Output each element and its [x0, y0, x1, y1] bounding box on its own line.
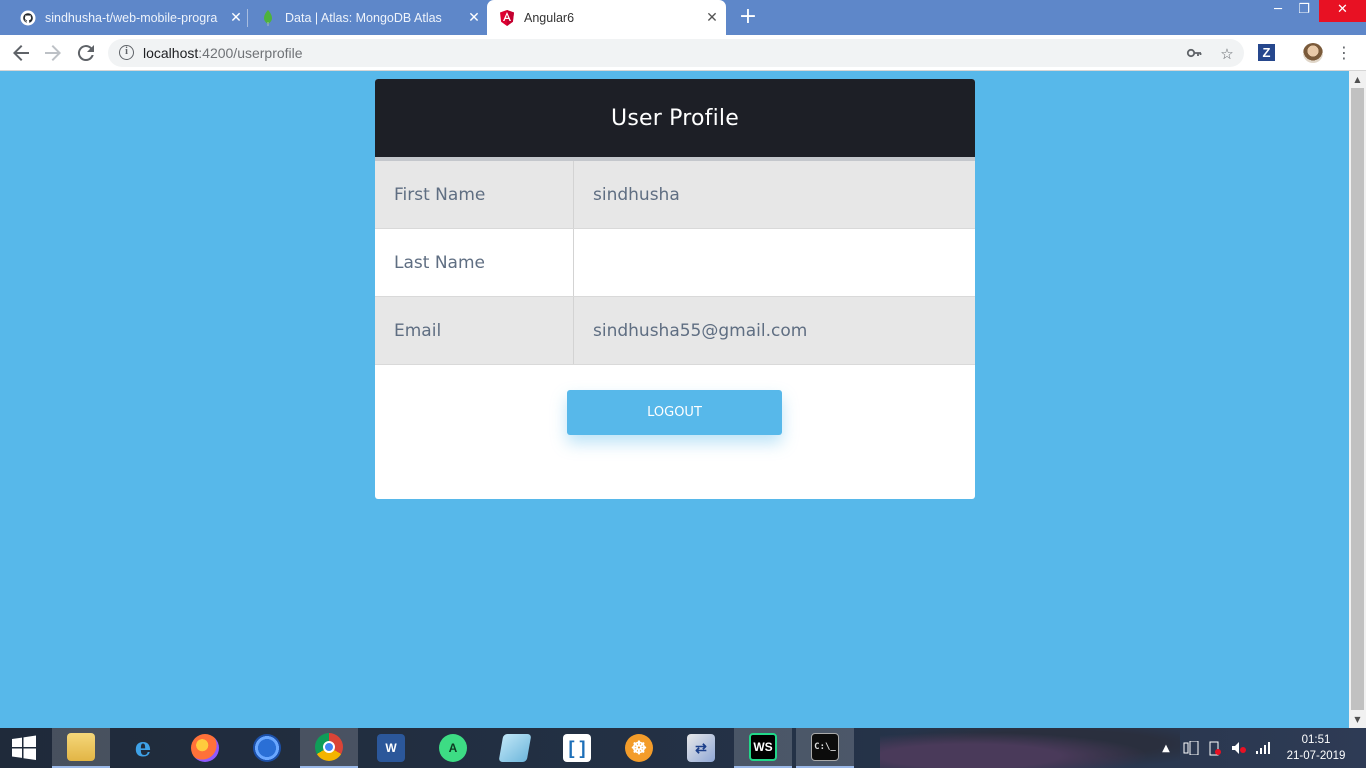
network-logo: ⇄: [687, 734, 715, 762]
taskbar-wallpaper: [880, 728, 1180, 768]
bracket-app-icon[interactable]: [ ]: [548, 728, 606, 768]
url-text: localhost:4200/userprofile: [143, 45, 303, 61]
browser-tab-angular[interactable]: Angular6 ✕: [487, 0, 726, 35]
notepad-icon[interactable]: [486, 728, 544, 768]
minimize-window-button[interactable]: ─: [1264, 0, 1292, 22]
field-value: sindhusha: [593, 184, 680, 205]
network-signal-icon[interactable]: [1254, 728, 1272, 768]
chrome-icon[interactable]: [300, 728, 358, 768]
key-icon[interactable]: [1185, 45, 1203, 63]
tab-separator: [247, 9, 248, 27]
tab-title: Angular6: [524, 10, 575, 25]
taskbar-clock[interactable]: 01:51 21-07-2019: [1280, 732, 1352, 764]
ie-e-icon: e: [134, 733, 152, 763]
tab-title: sindhusha-t/web-mobile-progra: [45, 10, 218, 25]
clock-time: 01:51: [1301, 734, 1331, 746]
scroll-up-arrow-icon[interactable]: ▲: [1349, 71, 1366, 88]
zotero-extension-icon[interactable]: Z: [1258, 44, 1275, 61]
url-host: localhost: [143, 45, 199, 61]
close-window-button[interactable]: ✕: [1319, 0, 1366, 22]
profile-row-last-name: Last Name: [375, 229, 975, 297]
field-label: First Name: [375, 161, 574, 228]
volume-muted-icon[interactable]: [1230, 728, 1248, 768]
windows-taskbar: e W A [ ] ☸ ⇄ WS C:\_ ▲ 01:51 21-07-2019: [0, 728, 1366, 768]
field-value: [574, 229, 975, 296]
browser-tab-github[interactable]: sindhusha-t/web-mobile-progra ✕: [12, 0, 244, 35]
webstorm-logo: WS: [749, 733, 777, 761]
cmd-logo: C:\_: [811, 733, 839, 761]
profile-row-first-name: First Name sindhusha: [375, 161, 975, 229]
bookmark-star-icon[interactable]: ☆: [1218, 45, 1236, 63]
reload-icon[interactable]: [74, 41, 98, 65]
address-bar[interactable]: i localhost:4200/userprofile ☆: [108, 39, 1244, 67]
user-profile-card: User Profile First Name sindhusha Last N…: [375, 79, 975, 499]
back-arrow-icon[interactable]: [9, 41, 33, 65]
command-prompt-icon[interactable]: C:\_: [796, 728, 854, 768]
internet-explorer-icon[interactable]: e: [114, 728, 172, 768]
chrome-logo: [315, 733, 343, 761]
browser-tab-strip: sindhusha-t/web-mobile-progra ✕ Data | A…: [0, 0, 1366, 35]
android-studio-icon[interactable]: A: [424, 728, 482, 768]
field-value: sindhusha55@gmail.com: [593, 320, 808, 341]
word-icon[interactable]: W: [362, 728, 420, 768]
button-area: LOGOUT: [375, 365, 975, 495]
ship-wheel-logo: ☸: [625, 734, 653, 762]
firefox-icon[interactable]: [176, 728, 234, 768]
close-tab-icon[interactable]: ✕: [228, 10, 244, 26]
page-scrollbar[interactable]: ▲ ▼: [1349, 71, 1366, 728]
webstorm-icon[interactable]: WS: [734, 728, 792, 768]
helm-app-icon[interactable]: ☸: [610, 728, 668, 768]
file-explorer-icon[interactable]: [52, 728, 110, 768]
github-icon: [20, 10, 36, 26]
url-path: :4200/userprofile: [198, 45, 303, 61]
menu-dots-icon[interactable]: ⋮: [1336, 42, 1352, 64]
scrollbar-thumb[interactable]: [1351, 88, 1364, 710]
restore-window-button[interactable]: ❐: [1290, 0, 1318, 22]
field-label: Email: [375, 297, 574, 364]
mongodb-leaf-icon: [260, 9, 276, 26]
card-header: User Profile: [375, 79, 975, 161]
scroll-down-arrow-icon[interactable]: ▼: [1349, 711, 1366, 728]
close-tab-icon[interactable]: ✕: [466, 10, 482, 26]
tray-device-icon[interactable]: [1182, 728, 1200, 768]
field-label: Last Name: [375, 229, 574, 296]
browser-toolbar: i localhost:4200/userprofile ☆ Z ⋮: [0, 35, 1366, 71]
tab-title: Data | Atlas: MongoDB Atlas: [285, 10, 442, 25]
app-blue-circle-icon[interactable]: [238, 728, 296, 768]
network-tool-icon[interactable]: ⇄: [672, 728, 730, 768]
forward-arrow-icon[interactable]: [41, 41, 65, 65]
bracket-logo: [ ]: [563, 734, 591, 762]
clock-date: 21-07-2019: [1286, 750, 1346, 762]
folder-icon: [67, 733, 95, 761]
new-tab-button[interactable]: +: [738, 6, 758, 28]
logout-button[interactable]: LOGOUT: [567, 390, 782, 435]
site-info-icon[interactable]: i: [119, 45, 134, 60]
blue-circle-logo: [253, 734, 281, 762]
word-logo: W: [377, 734, 405, 762]
close-tab-icon[interactable]: ✕: [704, 10, 720, 26]
tray-overflow-chevron-icon[interactable]: ▲: [1158, 728, 1174, 768]
profile-row-email: Email sindhusha55@gmail.com: [375, 297, 975, 365]
notepad-logo: [498, 734, 532, 762]
firefox-logo: [191, 734, 219, 762]
profile-avatar[interactable]: [1303, 43, 1323, 63]
browser-tab-mongodb[interactable]: Data | Atlas: MongoDB Atlas ✕: [254, 0, 482, 35]
windows-start-icon[interactable]: [0, 728, 48, 768]
android-studio-logo: A: [439, 734, 467, 762]
page-title: User Profile: [611, 105, 739, 131]
battery-warning-icon[interactable]: [1206, 728, 1224, 768]
angular-icon: [499, 9, 515, 26]
